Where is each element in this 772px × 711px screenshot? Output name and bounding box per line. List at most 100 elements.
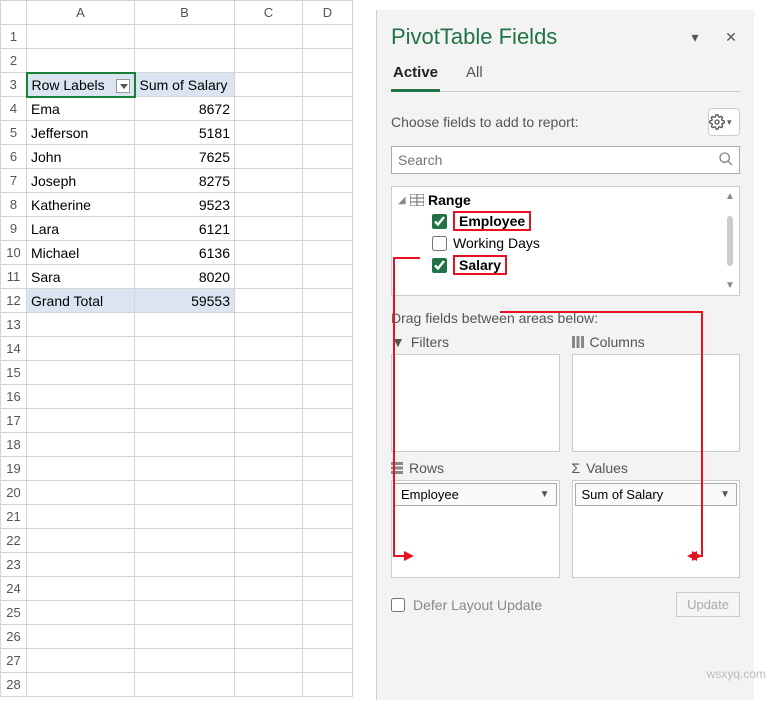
pivot-value[interactable]: 6136 (135, 241, 235, 265)
scroll-down-icon[interactable]: ▼ (725, 280, 735, 291)
cell[interactable] (303, 313, 353, 337)
row-header[interactable]: 8 (1, 193, 27, 217)
pivot-row-label[interactable]: Sara (27, 265, 135, 289)
cell[interactable] (27, 385, 135, 409)
cell[interactable] (27, 481, 135, 505)
cell[interactable] (303, 193, 353, 217)
cell[interactable] (303, 577, 353, 601)
cell[interactable] (235, 409, 303, 433)
cell[interactable] (235, 169, 303, 193)
cell[interactable] (135, 337, 235, 361)
cell[interactable] (135, 457, 235, 481)
pivot-grand-total-label[interactable]: Grand Total (27, 289, 135, 313)
pivot-row-label[interactable]: John (27, 145, 135, 169)
cell[interactable] (27, 361, 135, 385)
field-working-days-checkbox[interactable] (432, 236, 447, 251)
col-header-A[interactable]: A (27, 1, 135, 25)
field-salary-checkbox[interactable] (432, 258, 447, 273)
cell[interactable] (303, 457, 353, 481)
cell[interactable] (235, 553, 303, 577)
rows-chip-employee[interactable]: Employee▼ (394, 483, 557, 506)
close-icon[interactable]: ✕ (722, 28, 740, 46)
pivot-value[interactable]: 7625 (135, 145, 235, 169)
cell[interactable] (303, 97, 353, 121)
pivot-value-header[interactable]: Sum of Salary (135, 73, 235, 97)
cell[interactable] (303, 361, 353, 385)
cell[interactable] (235, 121, 303, 145)
cell[interactable] (303, 337, 353, 361)
cell[interactable] (303, 217, 353, 241)
cell[interactable] (135, 529, 235, 553)
tab-active[interactable]: Active (391, 64, 440, 92)
row-header[interactable]: 12 (1, 289, 27, 313)
scroll-up-icon[interactable]: ▲ (725, 191, 735, 202)
row-header[interactable]: 4 (1, 97, 27, 121)
cell[interactable] (235, 337, 303, 361)
row-header[interactable]: 26 (1, 625, 27, 649)
row-header[interactable]: 2 (1, 49, 27, 73)
field-employee-checkbox[interactable] (432, 214, 447, 229)
cell[interactable] (27, 553, 135, 577)
cell[interactable] (27, 313, 135, 337)
cell[interactable] (303, 169, 353, 193)
cell[interactable] (303, 433, 353, 457)
cell[interactable] (27, 625, 135, 649)
row-header[interactable]: 7 (1, 169, 27, 193)
cell[interactable] (135, 385, 235, 409)
cell[interactable] (27, 433, 135, 457)
pivot-row-label[interactable]: Michael (27, 241, 135, 265)
cell[interactable] (235, 217, 303, 241)
pivot-row-label[interactable]: Lara (27, 217, 135, 241)
cell[interactable] (235, 361, 303, 385)
row-header[interactable]: 3 (1, 73, 27, 97)
scroll-thumb[interactable] (727, 216, 733, 266)
cell[interactable] (27, 529, 135, 553)
pivot-value[interactable]: 9523 (135, 193, 235, 217)
row-header[interactable]: 9 (1, 217, 27, 241)
fields-scrollbar[interactable]: ▲ ▼ (721, 187, 739, 295)
pivot-value[interactable]: 8275 (135, 169, 235, 193)
cell[interactable] (235, 145, 303, 169)
row-header[interactable]: 10 (1, 241, 27, 265)
row-header[interactable]: 23 (1, 553, 27, 577)
cell[interactable] (303, 385, 353, 409)
pivot-grand-total-value[interactable]: 59553 (135, 289, 235, 313)
row-header[interactable]: 14 (1, 337, 27, 361)
cell[interactable] (303, 145, 353, 169)
col-header-C[interactable]: C (235, 1, 303, 25)
row-header[interactable]: 24 (1, 577, 27, 601)
row-header[interactable]: 11 (1, 265, 27, 289)
cell[interactable] (303, 481, 353, 505)
cell[interactable] (135, 481, 235, 505)
cell[interactable] (235, 601, 303, 625)
cell[interactable] (27, 457, 135, 481)
cell[interactable] (303, 649, 353, 673)
cell[interactable] (235, 433, 303, 457)
filters-area[interactable]: ▼Filters (391, 334, 560, 452)
pivot-value[interactable]: 8020 (135, 265, 235, 289)
cell[interactable] (135, 25, 235, 49)
pivot-row-labels-header[interactable]: Row Labels (27, 73, 135, 97)
fields-list[interactable]: ◢ Range Employee Working Days Salary ▲ ▼ (391, 186, 740, 296)
cell[interactable] (135, 673, 235, 697)
filter-dropdown-icon[interactable] (116, 79, 130, 93)
cell[interactable] (303, 121, 353, 145)
row-header[interactable]: 16 (1, 385, 27, 409)
cell[interactable] (27, 649, 135, 673)
cell[interactable] (135, 313, 235, 337)
row-header[interactable]: 13 (1, 313, 27, 337)
settings-gear-button[interactable]: ▾ (708, 108, 740, 136)
rows-area[interactable]: Rows Employee▼ (391, 460, 560, 578)
cell[interactable] (135, 49, 235, 73)
cell[interactable] (235, 313, 303, 337)
row-header[interactable]: 18 (1, 433, 27, 457)
pivot-value[interactable]: 6121 (135, 217, 235, 241)
cell[interactable] (303, 289, 353, 313)
row-header[interactable]: 17 (1, 409, 27, 433)
row-header[interactable]: 15 (1, 361, 27, 385)
columns-area[interactable]: Columns (572, 334, 741, 452)
cell[interactable] (303, 409, 353, 433)
cell[interactable] (235, 481, 303, 505)
cell[interactable] (27, 49, 135, 73)
tab-all[interactable]: All (464, 64, 485, 91)
